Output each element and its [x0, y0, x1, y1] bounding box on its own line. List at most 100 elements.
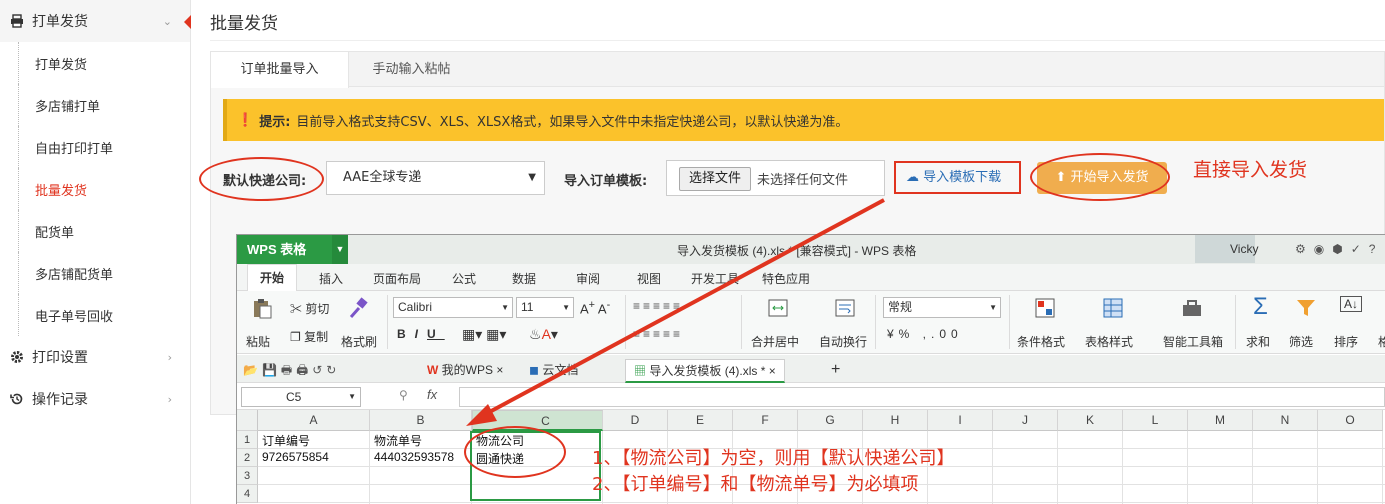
sidebar-group-label: 打单发货: [32, 14, 88, 30]
conditional-format-icon[interactable]: [1034, 297, 1056, 319]
chevron-down-icon: ▼: [332, 235, 348, 264]
formula-bar: C5 ▼ ⚲ fx: [237, 384, 1385, 410]
column-header[interactable]: G: [798, 410, 863, 431]
wps-ribbon: 粘贴 ✂ 剪切 ❐ 复制 格式刷 Calibri ▼ 11 ▼ A+ A- BIU …: [237, 291, 1385, 354]
tab-bar: 订单批量导入 手动输入粘帖: [211, 52, 1384, 88]
corner-cell[interactable]: [237, 410, 258, 431]
sidebar-group-operation-log[interactable]: 操作记录 ›: [0, 378, 190, 420]
sort-icon[interactable]: A↓: [1340, 296, 1363, 312]
new-tab-button[interactable]: +: [831, 359, 840, 383]
column-header[interactable]: B: [370, 410, 472, 431]
annotation-note-2: 2、【订单编号】和【物流单号】为必填项: [592, 474, 919, 495]
more-label: 格: [1378, 333, 1385, 350]
menu-review[interactable]: 审阅: [576, 270, 600, 287]
column-header[interactable]: J: [993, 410, 1058, 431]
quick-access-icons[interactable]: 📂💾🖶🖨↺↻: [243, 359, 340, 383]
tab-my-wps[interactable]: W 我的WPS ×: [427, 359, 503, 383]
column-header[interactable]: L: [1123, 410, 1188, 431]
tab-order-import[interactable]: 订单批量导入: [211, 52, 349, 88]
cell-A2[interactable]: 9726575854: [262, 450, 329, 464]
row-header[interactable]: 2: [237, 449, 258, 467]
divider: [1235, 295, 1236, 349]
menu-developer[interactable]: 开发工具: [691, 270, 739, 287]
tab-template-file[interactable]: ▦ 导入发货模板 (4).xls * ×: [625, 359, 785, 383]
sidebar-item-picking-list[interactable]: 配货单: [0, 210, 190, 252]
cut-button[interactable]: ✂ 剪切: [290, 300, 329, 317]
align-icons-2[interactable]: ≡≡≡≡≡: [633, 327, 683, 341]
menu-home[interactable]: 开始: [247, 264, 298, 291]
paste-icon[interactable]: [251, 297, 273, 319]
column-header[interactable]: O: [1318, 410, 1383, 431]
caret-down-icon: ▼: [528, 172, 536, 183]
menu-insert[interactable]: 插入: [319, 270, 343, 287]
name-box[interactable]: C5 ▼: [241, 387, 361, 407]
tab-template-file-label: 导入发货模板 (4).xls *: [649, 364, 766, 378]
table-style-icon[interactable]: [1102, 297, 1124, 319]
menu-formula[interactable]: 公式: [452, 270, 476, 287]
wps-app-menu[interactable]: WPS 表格 ▼: [237, 235, 348, 264]
filter-icon[interactable]: [1295, 297, 1317, 319]
template-download-link[interactable]: ☁ 导入模板下载: [894, 161, 1021, 194]
sidebar-item-batch-ship[interactable]: 批量发货: [0, 168, 190, 210]
courier-select[interactable]: AAE全球专递 ▼: [326, 161, 545, 195]
column-header[interactable]: A: [258, 410, 370, 431]
cell-B1[interactable]: 物流单号: [374, 432, 422, 449]
menu-page-layout[interactable]: 页面布局: [373, 270, 421, 287]
menu-view[interactable]: 视图: [637, 270, 661, 287]
column-header[interactable]: N: [1253, 410, 1318, 431]
sidebar-item-multi-store-picking[interactable]: 多店铺配货单: [0, 252, 190, 294]
font-grow-shrink-icon[interactable]: A+ A-: [580, 299, 610, 316]
choose-file-button[interactable]: 选择文件: [679, 167, 751, 191]
font-family-select[interactable]: Calibri ▼: [393, 297, 513, 318]
column-header[interactable]: H: [863, 410, 928, 431]
row-header[interactable]: 3: [237, 467, 258, 485]
sum-label: 求和: [1246, 335, 1271, 349]
sidebar-group-shipping[interactable]: 打单发货 ⌄: [0, 0, 190, 42]
sidebar-group-print-settings[interactable]: 打印设置 ›: [0, 336, 190, 378]
sum-icon[interactable]: Σ: [1253, 293, 1268, 321]
column-header[interactable]: M: [1188, 410, 1253, 431]
column-header[interactable]: D: [603, 410, 668, 431]
tab-manual-paste[interactable]: 手动输入粘帖: [349, 52, 474, 88]
sidebar-item-waybill-recycle[interactable]: 电子单号回收: [0, 294, 190, 336]
format-painter-icon[interactable]: [347, 297, 369, 319]
font-size-select[interactable]: 11 ▼: [516, 297, 574, 318]
zoom-icon[interactable]: ⚲: [399, 388, 408, 402]
annotation-circle-start: [1030, 153, 1170, 201]
toolbox-icon[interactable]: [1181, 297, 1203, 319]
divider: [875, 295, 876, 349]
column-header[interactable]: F: [733, 410, 798, 431]
column-header[interactable]: I: [928, 410, 993, 431]
column-header[interactable]: K: [1058, 410, 1123, 431]
caret-down-icon: ▼: [348, 392, 356, 401]
tab-cloud-docs[interactable]: ◼ 云文档: [529, 359, 578, 383]
cloud-download-icon: ☁: [906, 170, 919, 185]
cell-A1[interactable]: 订单编号: [262, 432, 310, 449]
number-format-select[interactable]: 常规 ▼: [883, 297, 1001, 318]
merge-center-icon[interactable]: [767, 297, 789, 319]
file-input[interactable]: 选择文件 未选择任何文件: [666, 160, 885, 196]
formula-input[interactable]: [459, 387, 1385, 407]
fill-font-color-icon[interactable]: ♨A▾: [529, 326, 558, 343]
row-header[interactable]: 4: [237, 485, 258, 503]
scissors-icon: ✂: [290, 302, 303, 316]
sidebar-item-print-ship[interactable]: 打单发货: [0, 42, 190, 84]
wps-document-tabs: 📂💾🖶🖨↺↻ W 我的WPS × ◼ 云文档 ▦ 导入发货模板 (4).xls …: [237, 355, 1385, 383]
wrap-text-icon[interactable]: [834, 297, 856, 319]
sidebar-item-multi-store-print[interactable]: 多店铺打单: [0, 84, 190, 126]
align-icons[interactable]: ≡≡≡≡≡: [633, 299, 683, 313]
column-header[interactable]: E: [668, 410, 733, 431]
row-header[interactable]: 1: [237, 431, 258, 449]
menu-data[interactable]: 数据: [512, 270, 536, 287]
borders-icon[interactable]: ▦▾ ▦▾: [462, 326, 506, 343]
menu-special[interactable]: 特色应用: [762, 270, 810, 287]
tab-cloud-docs-label: 云文档: [542, 363, 579, 377]
bold-italic-underline-icon[interactable]: BIU: [397, 327, 445, 341]
number-format-icons[interactable]: ¥% ,.00: [887, 327, 963, 341]
cell-B2[interactable]: 444032593578: [374, 450, 454, 464]
gear-icon: [10, 350, 24, 364]
divider: [387, 295, 388, 349]
sidebar-item-free-print[interactable]: 自由打印打单: [0, 126, 190, 168]
courier-select-value: AAE全球专递: [343, 170, 422, 185]
copy-button[interactable]: ❐ 复制: [290, 328, 328, 345]
